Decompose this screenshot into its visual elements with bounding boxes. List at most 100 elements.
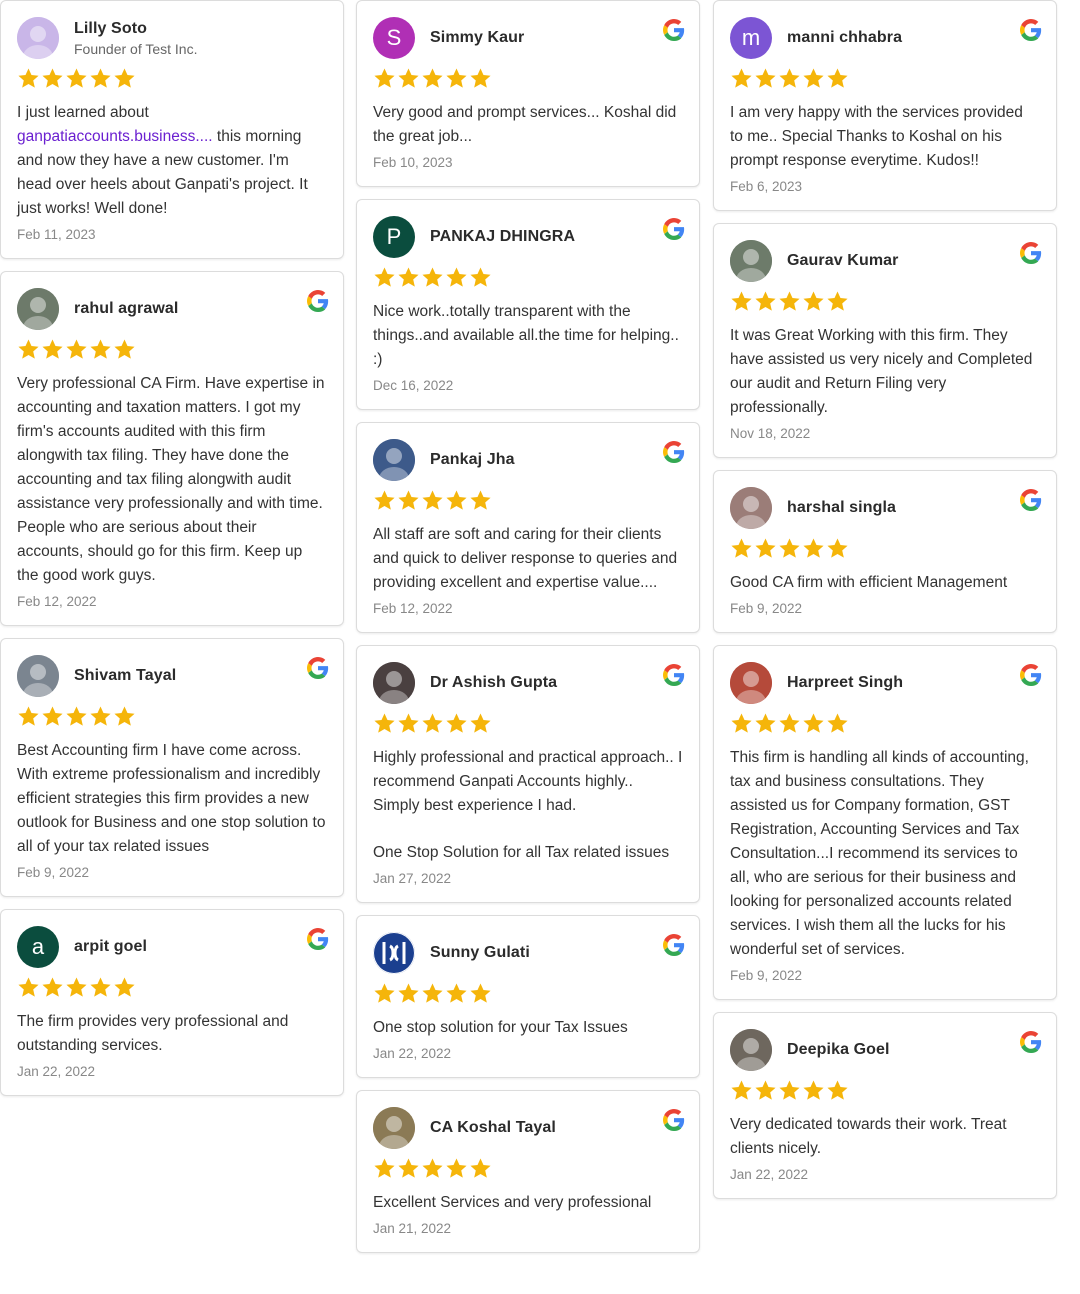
star-icon [731, 1080, 752, 1100]
review-text: Very professional CA Firm. Have expertis… [17, 372, 327, 588]
review-text: Very good and prompt services... Koshal … [373, 101, 683, 149]
star-icon [731, 713, 752, 733]
review-text: I just learned about ganpatiaccounts.bus… [17, 101, 327, 221]
reviewer-info: Harpreet Singh [787, 674, 903, 692]
star-icon [114, 977, 135, 997]
review-card: Sunny Gulati One stop solution for your T… [356, 915, 700, 1078]
star-icon [779, 68, 800, 88]
star-icon [422, 1158, 443, 1178]
star-icon [422, 68, 443, 88]
review-header: rahul agrawal [17, 288, 327, 330]
review-date: Nov 18, 2022 [730, 426, 811, 441]
google-icon [663, 19, 685, 41]
reviewer-name[interactable]: harshal singla [787, 499, 896, 517]
reviewer-name[interactable]: Gaurav Kumar [787, 252, 898, 270]
review-column-3: m manni chhabra I am very happy with the s… [713, 0, 1057, 1211]
google-icon [1020, 489, 1042, 511]
reviewer-name[interactable]: Simmy Kaur [430, 29, 524, 47]
review-body: Best Accounting firm I have come across.… [17, 742, 326, 855]
star-icon [374, 1158, 395, 1178]
google-icon [1020, 664, 1042, 686]
user-photo-icon [373, 1107, 415, 1149]
review-card: a arpit goel The firm provides very profes… [0, 909, 344, 1096]
star-icon [731, 291, 752, 311]
reviewer-name[interactable]: PANKAJ DHINGRA [430, 228, 575, 246]
star-icon [470, 267, 491, 287]
review-body: It was Great Working with this firm. The… [730, 327, 1033, 416]
star-rating [373, 489, 683, 515]
star-rating [730, 712, 1040, 738]
star-icon [803, 538, 824, 558]
avatar [373, 932, 415, 974]
avatar: S [373, 17, 415, 59]
user-photo-icon [730, 1029, 772, 1071]
reviewer-name[interactable]: arpit goel [74, 938, 147, 956]
user-photo-icon [17, 288, 59, 330]
star-icon [114, 339, 135, 359]
star-icon [446, 1158, 467, 1178]
star-icon [446, 713, 467, 733]
review-body: All staff are soft and caring for their … [373, 526, 678, 591]
star-icon [398, 267, 419, 287]
user-photo-icon [17, 17, 59, 59]
review-date: Jan 21, 2022 [373, 1221, 452, 1236]
star-rating [730, 290, 1040, 316]
star-icon [446, 983, 467, 1003]
star-icon [803, 1080, 824, 1100]
star-icon [755, 538, 776, 558]
star-icon [755, 68, 776, 88]
avatar [17, 655, 59, 697]
reviewer-info: manni chhabra [787, 29, 902, 47]
reviewer-name[interactable]: Harpreet Singh [787, 674, 903, 692]
reviewer-name[interactable]: manni chhabra [787, 29, 902, 47]
star-icon [470, 68, 491, 88]
star-icon [779, 713, 800, 733]
avatar [17, 17, 59, 59]
avatar [373, 662, 415, 704]
review-link[interactable]: ganpatiaccounts.business.... [17, 128, 213, 145]
user-photo-icon [730, 240, 772, 282]
star-icon [374, 713, 395, 733]
star-icon [422, 713, 443, 733]
reviewer-name[interactable]: Deepika Goel [787, 1041, 890, 1059]
reviewer-subtitle: Founder of Test Inc. [74, 40, 198, 57]
review-text: I am very happy with the services provid… [730, 101, 1040, 173]
review-header: Pankaj Jha [373, 439, 683, 481]
reviewer-name[interactable]: Shivam Tayal [74, 667, 176, 685]
review-card: P PANKAJ DHINGRA Nice work..totally transp… [356, 199, 700, 410]
reviewer-name[interactable]: Dr Ashish Gupta [430, 674, 557, 692]
google-icon [663, 1109, 685, 1131]
review-text: Good CA firm with efficient Management [730, 571, 1040, 595]
reviewer-info: Pankaj Jha [430, 451, 515, 469]
reviewer-name[interactable]: Sunny Gulati [430, 944, 530, 962]
user-photo-icon [373, 439, 415, 481]
reviewer-name[interactable]: Lilly Soto [74, 20, 197, 38]
star-rating [730, 537, 1040, 563]
star-icon [470, 983, 491, 1003]
star-icon [42, 706, 63, 726]
review-card: Gaurav Kumar It was Great Working with th… [713, 223, 1057, 458]
star-icon [374, 68, 395, 88]
reviewer-info: Lilly Soto Founder of Test Inc. [74, 20, 197, 57]
avatar: m [730, 17, 772, 59]
reviewer-name[interactable]: rahul agrawal [74, 300, 178, 318]
review-card: harshal singla Good CA firm with efficien… [713, 470, 1057, 633]
review-text: Best Accounting firm I have come across.… [17, 739, 327, 859]
avatar: a [17, 926, 59, 968]
review-header: Shivam Tayal [17, 655, 327, 697]
review-date: Feb 12, 2022 [373, 601, 453, 616]
star-icon [398, 713, 419, 733]
review-card: m manni chhabra I am very happy with the s… [713, 0, 1057, 211]
reviewer-info: rahul agrawal [74, 300, 178, 318]
reviewer-name[interactable]: CA Koshal Tayal [430, 1119, 556, 1137]
reviewer-name[interactable]: Pankaj Jha [430, 451, 515, 469]
star-icon [827, 538, 848, 558]
user-photo-icon [373, 662, 415, 704]
star-icon [731, 68, 752, 88]
star-icon [18, 706, 39, 726]
review-header: Dr Ashish Gupta [373, 662, 683, 704]
star-icon [422, 490, 443, 510]
google-icon [663, 218, 685, 240]
review-body: Excellent Services and very professional [373, 1194, 652, 1211]
review-date: Feb 6, 2023 [730, 179, 803, 194]
